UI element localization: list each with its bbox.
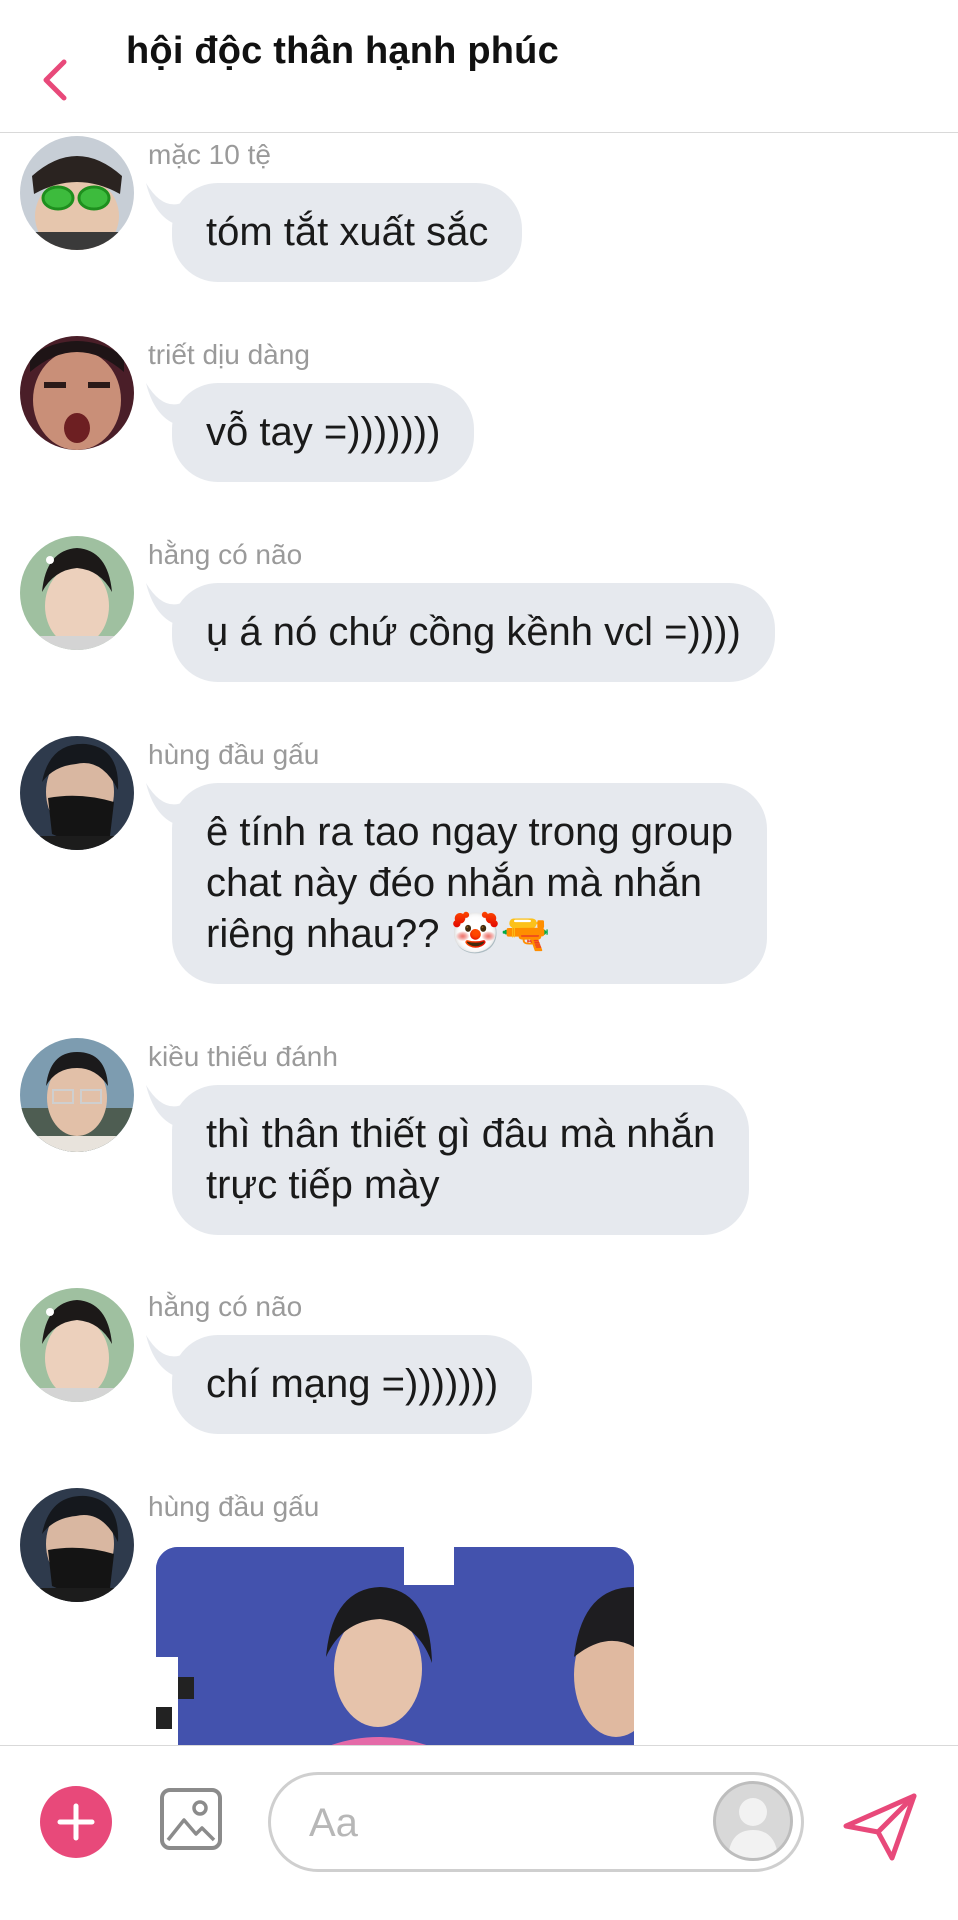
sticker-avatar-button[interactable]	[713, 1781, 793, 1861]
sender-name: triết dịu dàng	[148, 339, 310, 370]
add-button[interactable]	[40, 1786, 112, 1858]
back-chevron-icon[interactable]	[30, 52, 80, 108]
message-bubble[interactable]: vỗ tay =)))))))	[172, 383, 475, 482]
gif-image[interactable]	[156, 1547, 634, 1745]
send-icon[interactable]	[842, 1792, 918, 1862]
message-bubble[interactable]: ụ á nó chứ cồng kềnh vcl =))))	[172, 583, 775, 682]
conversation-title[interactable]: hội độc thân hạnh phúc	[126, 30, 559, 73]
composer-bar	[0, 1745, 958, 1920]
image-icon[interactable]	[158, 1786, 224, 1852]
message-bubble[interactable]: tóm tắt xuất sắc	[172, 183, 523, 282]
sender-name: hùng đầu gấu	[148, 1491, 320, 1522]
avatar-green-glasses[interactable]	[20, 136, 134, 250]
chat-header: hội độc thân hạnh phúc	[0, 0, 958, 133]
message-bubble[interactable]: thì thân thiết gì đâu mà nhắn trực tiếp …	[172, 1085, 750, 1235]
message-bubble[interactable]: chí mạng =)))))))	[172, 1335, 533, 1434]
avatar-masked-man[interactable]	[20, 736, 134, 850]
avatar-young-man[interactable]	[20, 536, 134, 650]
plus-icon	[57, 1803, 95, 1841]
message-bubble[interactable]: ê tính ra tao ngay trong group chat này …	[172, 783, 768, 984]
sender-name: hằng có não	[148, 1291, 303, 1322]
sender-name: hằng có não	[148, 539, 303, 570]
sender-name: kiều thiếu đánh	[148, 1041, 338, 1072]
person-silhouette-icon	[728, 1798, 778, 1858]
message-input-field[interactable]	[268, 1772, 804, 1872]
avatar-young-man[interactable]	[20, 1288, 134, 1402]
sender-name: hùng đầu gấu	[148, 739, 320, 770]
avatar-masked-man[interactable]	[20, 1488, 134, 1602]
avatar-glasses-man[interactable]	[20, 1038, 134, 1152]
message-input[interactable]	[307, 1797, 671, 1849]
sender-name: mặc 10 tệ	[148, 139, 271, 170]
avatar-shouting-man[interactable]	[20, 336, 134, 450]
message-list[interactable]: mặc 10 tệ tóm tắt xuất sắc triết dịu dàn…	[0, 133, 958, 1745]
